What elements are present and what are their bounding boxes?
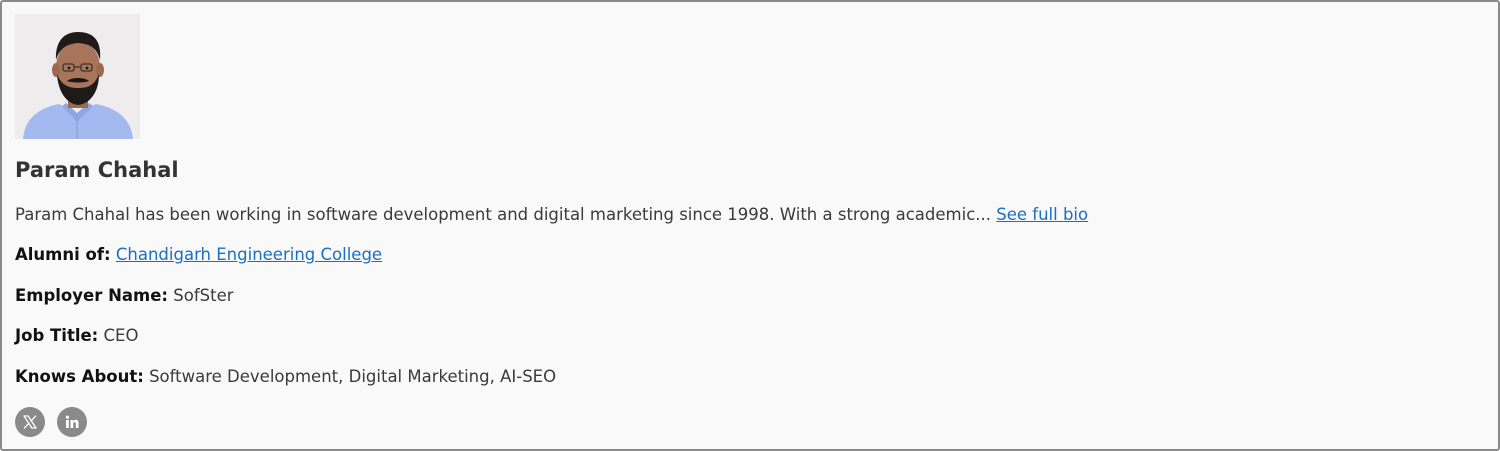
alumni-label: Alumni of: [15, 245, 111, 264]
job-title-label: Job Title: [15, 326, 99, 345]
see-full-bio-link[interactable]: See full bio [996, 205, 1088, 224]
employer-value: SofSter [173, 286, 234, 305]
alumni-link[interactable]: Chandigarh Engineering College [116, 245, 382, 264]
author-card: Param Chahal Param Chahal has been worki… [0, 0, 1500, 451]
x-twitter-link[interactable] [15, 407, 45, 437]
knows-about-label: Knows About: [15, 367, 144, 386]
author-name: Param Chahal [15, 158, 179, 182]
bio-excerpt: Param Chahal has been working in softwar… [15, 205, 991, 224]
alumni-row: Alumni of: Chandigarh Engineering Colleg… [15, 245, 382, 264]
social-links [15, 407, 87, 437]
linkedin-icon [65, 415, 79, 428]
job-title-value: CEO [103, 326, 139, 345]
x-twitter-icon [23, 415, 37, 429]
profile-photo [15, 14, 140, 139]
job-title-row: Job Title: CEO [15, 326, 138, 345]
employer-label: Employer Name: [15, 286, 169, 305]
knows-about-row: Knows About: Software Development, Digit… [15, 367, 556, 386]
employer-row: Employer Name: SofSter [15, 286, 234, 305]
author-bio: Param Chahal has been working in softwar… [15, 205, 1088, 224]
linkedin-link[interactable] [57, 407, 87, 437]
knows-about-value: Software Development, Digital Marketing,… [149, 367, 557, 386]
